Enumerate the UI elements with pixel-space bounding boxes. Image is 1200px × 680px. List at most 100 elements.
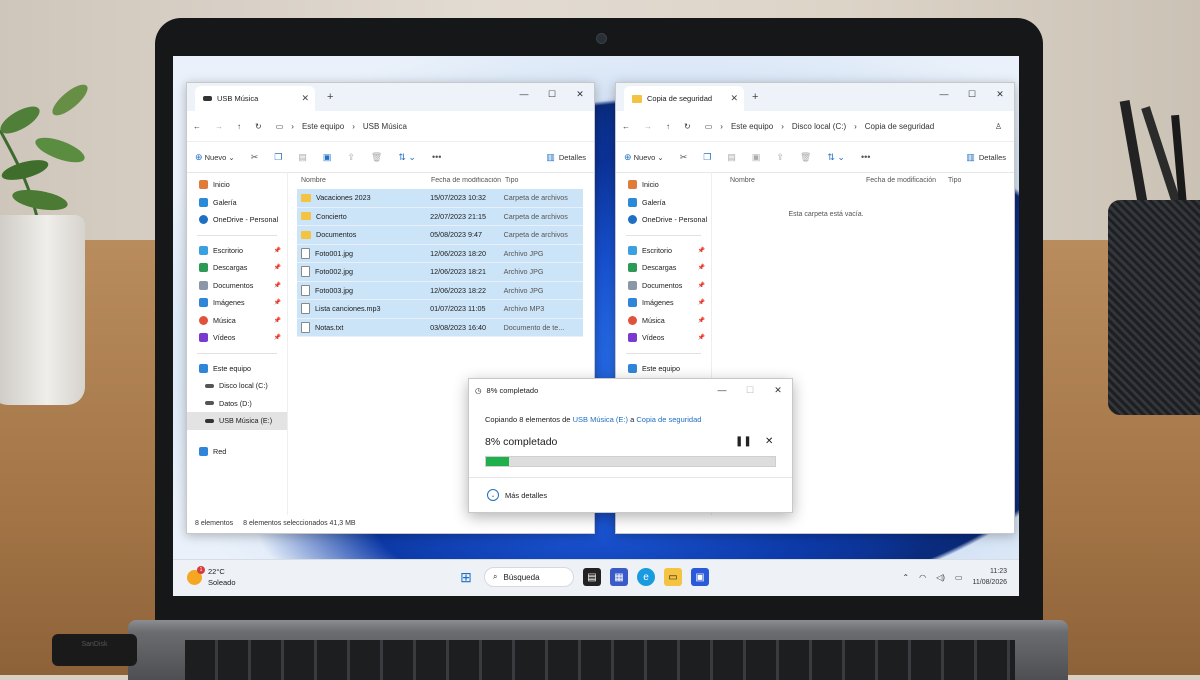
nav-item-onedrive[interactable]: OneDrive - Personal	[616, 211, 711, 229]
nav-item-descargas[interactable]: Descargas 📌	[616, 259, 711, 277]
pin-icon[interactable]: 📌	[698, 299, 705, 306]
breadcrumb[interactable]: ▭ › Este equipo › USB Música	[276, 122, 407, 131]
nav-item-inicio[interactable]: Inicio	[616, 176, 711, 194]
nav-item-disco-c[interactable]: Disco local (C:)	[187, 377, 287, 395]
close-icon[interactable]: ✕	[986, 83, 1014, 105]
paste-icon[interactable]: ▤	[727, 152, 736, 163]
user-icon[interactable]: ♙	[995, 122, 1002, 131]
tab-copia-seguridad[interactable]: Copia de seguridad ✕	[624, 86, 744, 111]
table-row[interactable]: Vacaciones 2023 15/07/2023 10:32 Carpeta d…	[297, 189, 583, 208]
pause-icon[interactable]: ❚❚	[735, 436, 752, 447]
column-type[interactable]: Tipo	[948, 177, 961, 184]
breadcrumb-item[interactable]: USB Música	[363, 122, 407, 131]
more-details-button[interactable]: ⌄ Más detalles	[469, 477, 792, 512]
widgets-icon[interactable]: ▦	[610, 568, 628, 586]
maximize-icon[interactable]: ☐	[958, 83, 986, 105]
tab-usb-musica[interactable]: USB Música ✕	[195, 86, 315, 111]
nav-item-documentos[interactable]: Documentos 📌	[187, 277, 287, 295]
pin-icon[interactable]: 📌	[274, 264, 281, 271]
minimize-icon[interactable]: —	[708, 379, 736, 401]
nav-item-videos[interactable]: Vídeos 📌	[616, 329, 711, 347]
breadcrumb[interactable]: ▭ › Este equipo › Disco local (C:) › Copia …	[705, 122, 934, 131]
more-icon[interactable]: •••	[861, 152, 870, 162]
delete-icon[interactable]: 🗑	[800, 152, 811, 163]
table-row[interactable]: Documentos 05/08/2023 9:47 Carpeta de arch…	[297, 226, 583, 245]
new-tab-icon[interactable]: +	[327, 91, 333, 103]
copy-icon[interactable]: ❐	[274, 152, 282, 163]
refresh-icon[interactable]: ↻	[684, 122, 691, 131]
pin-icon[interactable]: 📌	[274, 247, 281, 254]
nav-item-inicio[interactable]: Inicio	[187, 176, 287, 194]
nav-item-imagenes[interactable]: Imágenes 📌	[616, 294, 711, 312]
table-row[interactable]: Notas.txt 03/08/2023 16:40 Documento de te…	[297, 318, 583, 337]
details-button[interactable]: ▥ Detalles	[966, 152, 1006, 163]
nav-item-galeria[interactable]: Galería	[616, 194, 711, 212]
table-row[interactable]: Foto001.jpg 12/06/2023 18:20 Archivo JPG	[297, 244, 583, 263]
sort-icon[interactable]: ⇅ ⌄	[827, 152, 845, 163]
nav-item-documentos[interactable]: Documentos 📌	[616, 277, 711, 295]
share-icon[interactable]: ⇪	[347, 152, 355, 163]
pin-icon[interactable]: 📌	[274, 282, 281, 289]
pin-icon[interactable]: 📌	[274, 299, 281, 306]
nav-item-musica[interactable]: Música 📌	[187, 312, 287, 330]
column-date[interactable]: Fecha de modificación	[429, 177, 503, 184]
chevron-up-icon[interactable]: ⌃	[902, 573, 909, 582]
up-icon[interactable]: ↑	[237, 122, 241, 131]
column-date[interactable]: Fecha de modificación	[866, 177, 948, 184]
edge-icon[interactable]: e	[637, 568, 655, 586]
cut-icon[interactable]: ✂	[680, 152, 688, 163]
details-button[interactable]: ▥ Detalles	[546, 152, 586, 163]
nav-item-escritorio[interactable]: Escritorio 📌	[616, 242, 711, 260]
table-row[interactable]: Concierto 22/07/2023 21:15 Carpeta de arch…	[297, 207, 583, 226]
breadcrumb-item[interactable]: Este equipo	[731, 122, 773, 131]
destination-link[interactable]: Copia de seguridad	[636, 415, 701, 424]
more-icon[interactable]: •••	[432, 152, 441, 162]
column-name[interactable]: Nombre	[726, 177, 866, 184]
source-link[interactable]: USB Música (E:)	[573, 415, 628, 424]
pin-icon[interactable]: 📌	[698, 264, 705, 271]
store-icon[interactable]: ▣	[691, 568, 709, 586]
pin-icon[interactable]: 📌	[698, 247, 705, 254]
sort-icon[interactable]: ⇅ ⌄	[398, 152, 416, 163]
wifi-icon[interactable]: ◠	[919, 573, 926, 582]
nav-item-descargas[interactable]: Descargas 📌	[187, 259, 287, 277]
nav-item-escritorio[interactable]: Escritorio 📌	[187, 242, 287, 260]
search-box[interactable]: ⌕ Búsqueda	[484, 567, 574, 587]
delete-icon[interactable]: 🗑	[371, 152, 382, 163]
close-tab-icon[interactable]: ✕	[730, 93, 738, 104]
rename-icon[interactable]: ▣	[323, 152, 332, 163]
volume-icon[interactable]: ◁)	[936, 573, 945, 582]
close-tab-icon[interactable]: ✕	[301, 93, 309, 104]
close-icon[interactable]: ✕	[566, 83, 594, 105]
cancel-icon[interactable]: ✕	[765, 436, 773, 447]
nav-item-musica[interactable]: Música 📌	[616, 312, 711, 330]
refresh-icon[interactable]: ↻	[255, 122, 262, 131]
copy-icon[interactable]: ❐	[703, 152, 711, 163]
column-type[interactable]: Tipo	[503, 177, 585, 184]
nav-item-galeria[interactable]: Galería	[187, 194, 287, 212]
new-button[interactable]: ⊕ Nuevo ⌄	[195, 152, 235, 163]
close-icon[interactable]: ✕	[764, 379, 792, 401]
back-icon[interactable]: ←	[193, 122, 201, 131]
forward-icon[interactable]: →	[215, 122, 223, 131]
file-explorer-icon[interactable]: ▭	[664, 568, 682, 586]
table-row[interactable]: Foto002.jpg 12/06/2023 18:21 Archivo JPG	[297, 263, 583, 282]
battery-icon[interactable]: ▭	[955, 573, 963, 582]
minimize-icon[interactable]: —	[510, 83, 538, 105]
new-button[interactable]: ⊕ Nuevo ⌄	[624, 152, 664, 163]
minimize-icon[interactable]: —	[930, 83, 958, 105]
back-icon[interactable]: ←	[622, 122, 630, 131]
cut-icon[interactable]: ✂	[251, 152, 259, 163]
nav-item-imagenes[interactable]: Imágenes 📌	[187, 294, 287, 312]
nav-item-onedrive[interactable]: OneDrive - Personal	[187, 211, 287, 229]
pin-icon[interactable]: 📌	[274, 334, 281, 341]
rename-icon[interactable]: ▣	[752, 152, 761, 163]
nav-item-este-equipo[interactable]: Este equipo	[616, 360, 711, 378]
clock[interactable]: 11:23 11/08/2026	[972, 566, 1007, 588]
weather-widget[interactable]: 1 22°C Soleado	[187, 565, 236, 588]
pin-icon[interactable]: 📌	[274, 317, 281, 324]
share-icon[interactable]: ⇪	[776, 152, 784, 163]
nav-item-red[interactable]: Red	[187, 443, 287, 461]
pin-icon[interactable]: 📌	[698, 334, 705, 341]
new-tab-icon[interactable]: +	[752, 91, 758, 103]
